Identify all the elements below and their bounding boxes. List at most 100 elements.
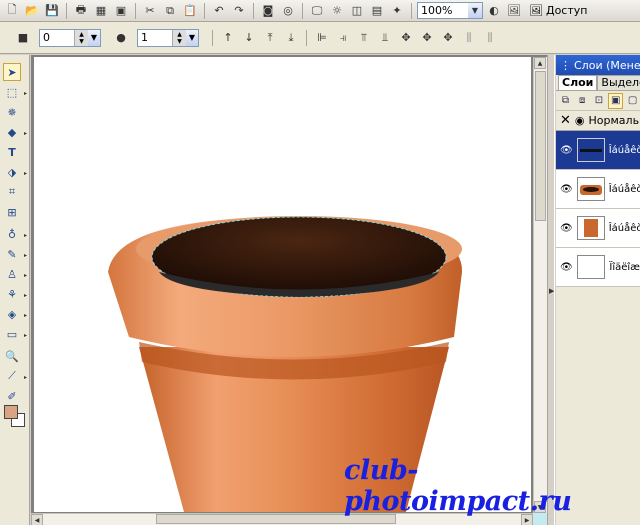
open-folder-icon[interactable]: 📂 bbox=[23, 2, 41, 20]
gradient-tool-icon[interactable]: ▭ ▸ bbox=[3, 325, 27, 343]
access-button[interactable]: 🖼 Доступ bbox=[529, 4, 587, 17]
eye-icon[interactable]: 👁 bbox=[560, 184, 573, 195]
grid-icon[interactable]: ▦ bbox=[92, 2, 110, 20]
separator bbox=[66, 2, 67, 19]
text-tool-icon[interactable]: T bbox=[3, 143, 21, 161]
camera-icon[interactable]: ◙ bbox=[259, 2, 277, 20]
zoom-select[interactable]: 100% ▼ bbox=[417, 2, 483, 19]
layer-item[interactable]: 👁 Îáúåêò bbox=[556, 170, 640, 209]
separator bbox=[302, 2, 303, 19]
center-h-icon[interactable]: ✥ bbox=[397, 29, 415, 47]
stamp-tool-icon[interactable]: ♙ ▸ bbox=[3, 265, 27, 283]
lock-layer-icon[interactable]: ⊡ bbox=[592, 93, 607, 109]
align-left-icon[interactable]: ⊫ bbox=[313, 29, 331, 47]
move-top-icon[interactable]: ⤒ bbox=[261, 29, 279, 47]
chevron-down-icon[interactable]: ▼ bbox=[88, 29, 100, 46]
chevron-down-icon[interactable]: ▼ bbox=[468, 3, 482, 18]
selection-tool-icon[interactable]: ⬚ ▸ bbox=[3, 83, 27, 101]
image-canvas[interactable] bbox=[34, 57, 531, 512]
magic-wand-tool-icon[interactable]: ✵ bbox=[3, 103, 21, 121]
delete-layer-icon[interactable]: ✕ bbox=[560, 113, 571, 128]
eraser-tool-icon[interactable]: ◈ ▸ bbox=[3, 305, 27, 323]
pick-tool-icon[interactable]: ➤ bbox=[3, 63, 21, 81]
layer-thumbnail bbox=[576, 177, 605, 201]
layer-name: Îáúåêò bbox=[608, 222, 640, 234]
clone-tool-icon[interactable]: ⚘ ▸ bbox=[3, 285, 27, 303]
panel-title-bar[interactable]: ⋮ Слои (Менеджер bbox=[556, 55, 640, 75]
transform-tool-icon[interactable]: ⬗ ▸ bbox=[3, 163, 27, 181]
center-v-icon[interactable]: ✥ bbox=[418, 29, 436, 47]
watermark-text: club-photoimpact.ru bbox=[344, 455, 572, 517]
tab-selection[interactable]: Выделен bbox=[597, 75, 640, 90]
paste-icon[interactable]: 📋 bbox=[181, 2, 199, 20]
move-down-icon[interactable]: ↓ bbox=[240, 29, 258, 47]
tab-layers[interactable]: Слои bbox=[558, 75, 598, 90]
redo-icon[interactable]: ↷ bbox=[230, 2, 248, 20]
width-spinner[interactable]: 0 ▲ ▼ ▼ bbox=[39, 28, 101, 47]
duplicate-layer-icon[interactable]: ⧉ bbox=[558, 93, 573, 109]
separator bbox=[306, 29, 307, 46]
cut-icon[interactable]: ✂ bbox=[141, 2, 159, 20]
blend-mode-select[interactable]: Нормальн bbox=[589, 114, 640, 127]
distribute-v-icon[interactable]: ⫼ bbox=[481, 29, 499, 47]
eye-icon[interactable]: 👁 bbox=[560, 223, 573, 234]
move-up-icon[interactable]: ↑ bbox=[219, 29, 237, 47]
center-both-icon[interactable]: ✥ bbox=[439, 29, 457, 47]
vertical-scrollbar[interactable]: ▲ ▼ bbox=[533, 57, 547, 513]
main-toolbar: 🗋 📂 💾 🖶 ▦ ▣ ✂ ⧉ 📋 ↶ ↷ ◙ ◎ 🖵 ☼ ◫ ▤ ✦ 100%… bbox=[0, 0, 640, 22]
layer-item[interactable]: 👁 Îáúåêò bbox=[556, 209, 640, 248]
height-spinner[interactable]: 1 ▲ ▼ ▼ bbox=[137, 28, 199, 47]
graph-icon[interactable]: ◫ bbox=[348, 2, 366, 20]
scroll-up-icon[interactable]: ▲ bbox=[534, 57, 546, 69]
panel-toolbar: ⧉ ⧈ ⊡ ▣ ▢ bbox=[556, 91, 640, 111]
dropper-tool-icon[interactable]: ⟋ ▸ bbox=[3, 367, 27, 385]
spin-arrows-icon[interactable]: ▲ ▼ bbox=[172, 29, 186, 46]
width-value[interactable]: 0 bbox=[43, 31, 50, 44]
magic-wand-icon[interactable]: ✦ bbox=[388, 2, 406, 20]
monitor-icon[interactable]: 🖵 bbox=[308, 2, 326, 20]
crop-tool-icon[interactable]: ⌗ bbox=[3, 183, 21, 201]
more-options-icon[interactable]: ▢ bbox=[625, 93, 640, 109]
capture-icon[interactable]: ◎ bbox=[279, 2, 297, 20]
save-icon[interactable]: 💾 bbox=[43, 2, 61, 20]
grid-tool-icon[interactable]: ⊞ bbox=[3, 203, 21, 221]
export-icon[interactable]: ▤ bbox=[368, 2, 386, 20]
scan-icon[interactable]: ▣ bbox=[112, 2, 130, 20]
print-preview-icon[interactable]: 🖶 bbox=[72, 2, 90, 20]
align-bottom-icon[interactable]: ⫫ bbox=[376, 29, 394, 47]
collapse-arrow-icon[interactable]: ▶ bbox=[549, 287, 554, 295]
image-icon[interactable]: 🖼 bbox=[505, 2, 523, 20]
square-shape-icon[interactable]: ■ bbox=[14, 29, 32, 47]
merge-layer-icon[interactable]: ⧈ bbox=[575, 93, 590, 109]
layer-properties-icon[interactable]: ▣ bbox=[608, 92, 624, 109]
copy-icon[interactable]: ⧉ bbox=[161, 2, 179, 20]
chevron-down-icon[interactable]: ▼ bbox=[186, 29, 198, 46]
fit-window-icon[interactable]: ◐ bbox=[485, 2, 503, 20]
layer-item[interactable]: 👁 Îáúåêò bbox=[556, 131, 640, 170]
vertical-scroll-thumb[interactable] bbox=[535, 71, 546, 221]
spin-arrows-icon[interactable]: ▲ ▼ bbox=[74, 29, 88, 46]
brush-tool-icon[interactable]: ✎ ▸ bbox=[3, 245, 27, 263]
undo-icon[interactable]: ↶ bbox=[210, 2, 228, 20]
panel-tabs: Слои Выделен bbox=[556, 75, 640, 91]
eyedropper-tool-icon[interactable]: ♁ ▸ bbox=[3, 225, 27, 243]
align-top-icon[interactable]: ⫪ bbox=[355, 29, 373, 47]
separator bbox=[253, 2, 254, 19]
zoom-tool-icon[interactable]: 🔍 bbox=[3, 347, 21, 365]
color-swatch[interactable] bbox=[3, 403, 29, 429]
distribute-h-icon[interactable]: ⫼ bbox=[460, 29, 478, 47]
eye-icon[interactable]: 👁 bbox=[560, 262, 573, 273]
move-bottom-icon[interactable]: ⤓ bbox=[282, 29, 300, 47]
layer-item[interactable]: 👁 Ïîäëîæ bbox=[556, 248, 640, 287]
new-file-icon[interactable]: 🗋 bbox=[3, 2, 21, 20]
separator bbox=[212, 29, 213, 46]
panel-grip-icon: ⋮ bbox=[560, 58, 571, 72]
eye-icon[interactable]: 👁 bbox=[560, 145, 573, 156]
foreground-color-swatch[interactable] bbox=[4, 405, 18, 419]
sun-effect-icon[interactable]: ☼ bbox=[328, 2, 346, 20]
height-value[interactable]: 1 bbox=[141, 31, 148, 44]
bucket-tool-icon[interactable]: ◆ ▸ bbox=[3, 123, 27, 141]
dot-shape-icon[interactable]: ● bbox=[112, 29, 130, 47]
scroll-left-icon[interactable]: ◀ bbox=[31, 514, 43, 525]
align-right-icon[interactable]: ⫣ bbox=[334, 29, 352, 47]
